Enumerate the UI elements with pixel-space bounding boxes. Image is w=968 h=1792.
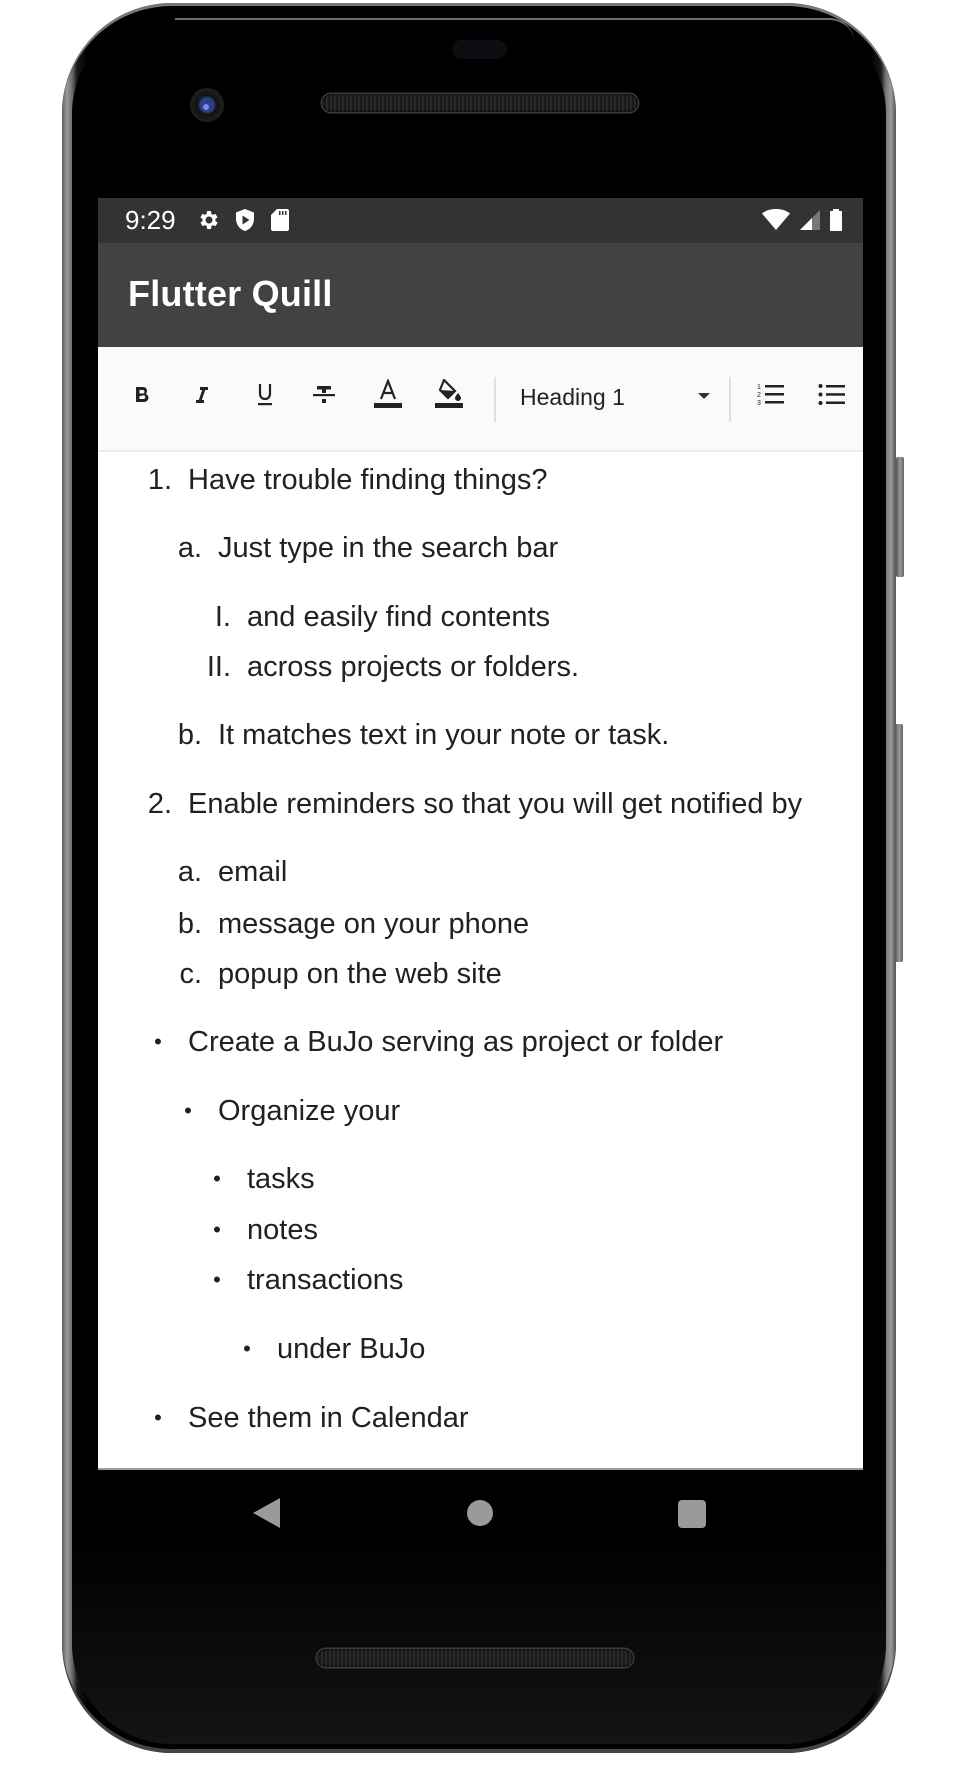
formatting-toolbar: Heading 1 123 (98, 347, 863, 452)
list-item-text: email (218, 856, 288, 888)
bullet-marker: • (213, 1267, 221, 1292)
strikethrough-button[interactable] (302, 375, 346, 419)
list-item-text: Just type in the search bar (218, 532, 559, 564)
bullet-list-item[interactable]: • tasks (98, 1159, 863, 1199)
frame-glare (175, 18, 855, 44)
proximity-sensor (452, 40, 507, 59)
dropdown-arrow-icon (698, 393, 710, 399)
list-item-text: Have trouble finding things? (188, 464, 548, 496)
ordered-list-item[interactable]: c. popup on the web site (98, 954, 863, 994)
list-number-marker: I. (214, 601, 231, 633)
bullet-list-button[interactable] (810, 375, 854, 419)
list-number-marker: 1. (147, 464, 172, 496)
sd-card-icon (270, 208, 290, 237)
fill-color-icon (435, 377, 463, 416)
underline-button[interactable] (243, 375, 287, 419)
battery-icon (829, 208, 843, 237)
bullet-list-item[interactable]: • under BuJo (98, 1329, 863, 1369)
ordered-list-item[interactable]: a. Just type in the search bar (98, 528, 863, 568)
bullet-marker: • (184, 1098, 192, 1123)
svg-text:2: 2 (757, 392, 761, 399)
status-bar: 9:29 (98, 198, 863, 243)
bullet-marker: • (154, 1405, 162, 1430)
status-time: 9:29 (125, 205, 176, 235)
list-number-marker: 2. (147, 788, 172, 820)
list-item-text: It matches text in your note or task. (218, 719, 670, 751)
app-bar: Flutter Quill (98, 243, 863, 347)
app-title: Flutter Quill (128, 273, 333, 314)
back-button[interactable] (253, 1498, 280, 1528)
list-number-marker: a. (177, 532, 202, 564)
list-item-text: popup on the web site (218, 958, 502, 990)
gear-icon (196, 208, 220, 237)
toolbar-divider (729, 377, 731, 422)
volume-button (895, 724, 903, 962)
strikethrough-icon (311, 382, 337, 413)
ordered-list-item[interactable]: a. email (98, 852, 863, 892)
bold-icon (130, 383, 154, 412)
toolbar-divider (494, 377, 496, 422)
list-item-text: tasks (247, 1163, 315, 1195)
text-color-icon (374, 377, 402, 416)
italic-button[interactable] (180, 375, 224, 419)
bullet-list-icon (818, 382, 846, 413)
svg-text:1: 1 (757, 384, 761, 391)
bottom-speaker (317, 1649, 633, 1667)
list-item-text: and easily find contents (247, 601, 551, 633)
list-item-text: transactions (247, 1264, 404, 1296)
device-screen: 9:29 Flutter Quill Heading 1 1 2 3 1. Ha… (98, 198, 863, 1543)
list-item-text: Create a BuJo serving as project or fold… (188, 1026, 724, 1058)
bullet-list-item[interactable]: • notes (98, 1210, 863, 1250)
list-item-text: notes (247, 1214, 318, 1246)
list-item-text: See them in Calendar (188, 1402, 469, 1434)
wifi-icon (761, 208, 791, 237)
bold-button[interactable] (120, 375, 164, 419)
ordered-list-icon: 123 (757, 382, 785, 413)
italic-icon (190, 383, 214, 412)
list-item-text: message on your phone (218, 908, 530, 940)
list-item-text: Organize your (218, 1095, 401, 1127)
ordered-list-button[interactable]: 123 (749, 375, 793, 419)
ordered-list-item[interactable]: 1. Have trouble finding things? (98, 460, 863, 500)
list-number-marker: b. (177, 719, 202, 751)
list-number-marker: II. (206, 651, 231, 683)
earpiece-speaker (322, 94, 638, 112)
home-button[interactable] (467, 1500, 493, 1526)
text-color-button[interactable] (366, 375, 410, 419)
bullet-list-item[interactable]: • Organize your (98, 1091, 863, 1131)
ordered-list-item[interactable]: II. across projects or folders. (98, 647, 863, 687)
heading-dropdown[interactable]: Heading 1 (520, 375, 710, 419)
bullet-list-item[interactable]: • transactions (98, 1260, 863, 1300)
svg-text:3: 3 (757, 400, 761, 407)
list-number-marker: b. (177, 908, 202, 940)
bullet-marker: • (154, 1029, 162, 1054)
bullet-marker: • (213, 1217, 221, 1242)
ordered-list-item[interactable]: b. It matches text in your note or task. (98, 715, 863, 755)
background-color-button[interactable] (427, 375, 471, 419)
bullet-marker: • (243, 1336, 251, 1361)
camera-glint (203, 104, 209, 110)
heading-dropdown-value: Heading 1 (520, 383, 625, 410)
list-item-text: Enable reminders so that you will get no… (188, 788, 803, 820)
ordered-list-item[interactable]: I. and easily find contents (98, 597, 863, 637)
bullet-list-item[interactable]: • Create a BuJo serving as project or fol… (98, 1022, 863, 1062)
cell-signal-icon (799, 208, 821, 237)
navigation-bar (98, 1470, 863, 1543)
list-item-text: across projects or folders. (247, 651, 580, 683)
underline-icon (253, 381, 277, 414)
bullet-list-item[interactable]: • See them in Calendar (98, 1398, 863, 1438)
power-button (896, 457, 904, 577)
list-item-text: under BuJo (277, 1333, 426, 1365)
ordered-list-item[interactable]: b. message on your phone (98, 904, 863, 944)
recents-button[interactable] (678, 1500, 706, 1528)
bullet-marker: • (213, 1166, 221, 1191)
editor-content[interactable]: 1. Have trouble finding things? a. Just typ… (98, 452, 863, 1470)
ordered-list-item[interactable]: 2. Enable reminders so that you will get … (98, 784, 863, 824)
list-number-marker: c. (179, 958, 202, 990)
list-number-marker: a. (177, 856, 202, 888)
shield-play-icon (234, 208, 256, 237)
